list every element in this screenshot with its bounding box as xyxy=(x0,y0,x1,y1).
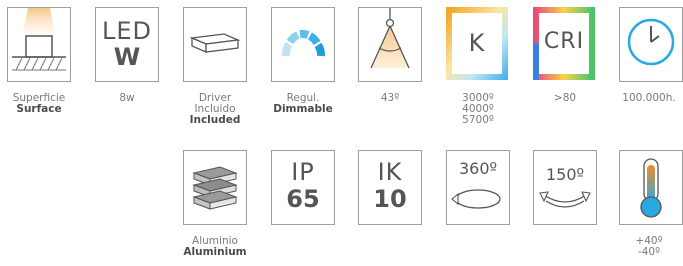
aluminium-caption-en: Aluminium xyxy=(183,246,247,258)
beam-angle-icon xyxy=(358,7,422,82)
lifetime-caption: 100.000h. xyxy=(622,92,676,104)
dimmable-gauge-icon xyxy=(271,7,335,82)
ip-label: IP xyxy=(291,158,315,186)
color-temperature-icon: K xyxy=(446,7,508,80)
watt-label: W xyxy=(113,43,141,71)
temp-min: -40º xyxy=(637,246,661,258)
power-caption: 8w xyxy=(119,92,135,104)
thermometer-icon xyxy=(619,150,683,225)
ik-label: IK xyxy=(377,158,403,186)
cri-letters: CRI xyxy=(543,29,585,54)
ik-value: 10 xyxy=(373,185,407,213)
dimmable-caption-en: Dimmable xyxy=(273,103,333,115)
clock-icon xyxy=(619,7,683,82)
aluminium-bars-icon xyxy=(183,150,247,225)
surface-mount-icon xyxy=(7,7,71,82)
led-power-box: LED W xyxy=(95,7,159,82)
tilt-150-icon: 150º xyxy=(533,150,597,225)
rotate-360-icon: 360º xyxy=(446,150,510,225)
driver-caption-en: Included xyxy=(189,114,241,126)
beam-caption: 43º xyxy=(380,92,400,104)
cct-5700: 5700º xyxy=(462,114,494,126)
kelvin-letter: K xyxy=(468,29,486,57)
cri-icon: CRI xyxy=(533,7,595,80)
driver-icon xyxy=(183,7,247,82)
led-label: LED xyxy=(101,17,152,45)
ik-rating-box: IK 10 xyxy=(358,150,422,225)
surface-caption-en: Surface xyxy=(16,103,62,115)
ip-value: 65 xyxy=(286,185,320,213)
ip-rating-box: IP 65 xyxy=(271,150,335,225)
